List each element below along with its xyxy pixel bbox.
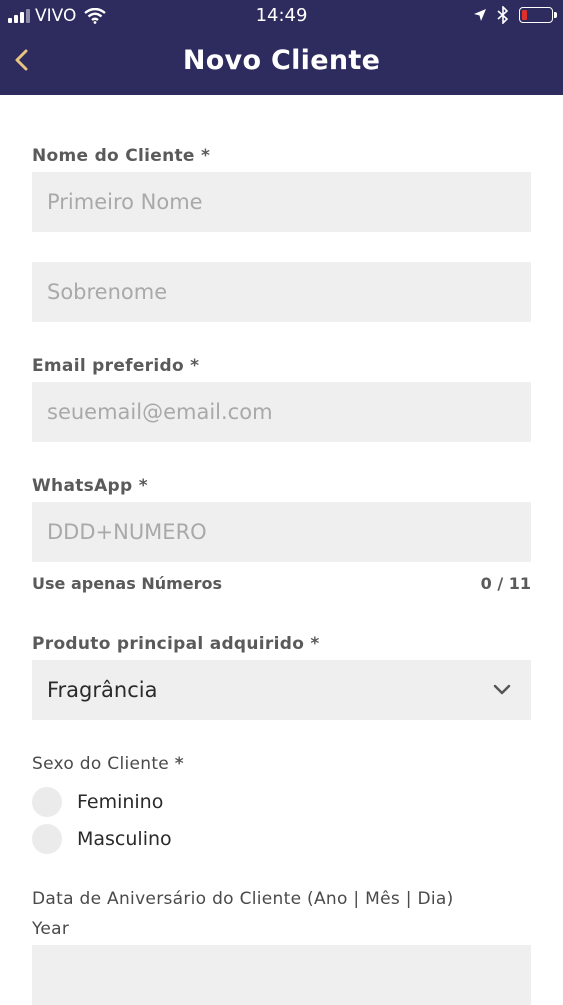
sex-option-masculino[interactable]: Masculino <box>32 824 172 854</box>
required-marker: * <box>138 476 148 496</box>
birthday-label: Data de Aniversário do Cliente (Ano | Mê… <box>32 889 454 909</box>
whatsapp-hint: Use apenas Números <box>32 574 223 593</box>
bluetooth-icon <box>497 6 509 24</box>
first-name-input[interactable]: Primeiro Nome <box>32 172 531 232</box>
app-header: VIVO 14:49 Novo Cliente <box>0 0 563 95</box>
radio-button[interactable] <box>32 787 62 817</box>
name-label: Nome do Cliente * <box>32 146 210 166</box>
first-name-placeholder: Primeiro Nome <box>47 190 203 214</box>
last-name-input[interactable]: Sobrenome <box>32 262 531 322</box>
required-marker: * <box>200 146 211 166</box>
product-label-text: Produto principal adquirido <box>32 634 305 654</box>
radio-label: Masculino <box>77 828 172 850</box>
required-marker: * <box>190 356 200 376</box>
product-label: Produto principal adquirido * <box>32 634 320 654</box>
radio-button[interactable] <box>32 824 62 854</box>
product-select[interactable]: Fragrância <box>32 660 531 720</box>
battery-icon <box>519 7 557 23</box>
sex-option-feminino[interactable]: Feminino <box>32 787 163 817</box>
whatsapp-char-counter: 0 / 11 <box>480 574 531 593</box>
location-arrow-icon <box>474 9 486 21</box>
whatsapp-input[interactable]: DDD+NUMERO <box>32 502 531 562</box>
year-input[interactable] <box>32 945 531 1005</box>
status-bar: VIVO 14:49 <box>0 0 563 32</box>
email-placeholder: seuemail@email.com <box>47 400 273 424</box>
email-label-text: Email preferido <box>32 356 184 376</box>
product-selected-value: Fragrância <box>47 678 158 702</box>
whatsapp-label: WhatsApp * <box>32 476 148 496</box>
email-label: Email preferido * <box>32 356 199 376</box>
required-marker: * <box>174 754 184 774</box>
page-title: Novo Cliente <box>182 45 381 76</box>
sex-label-text: Sexo do Cliente <box>32 754 170 774</box>
last-name-placeholder: Sobrenome <box>47 280 168 304</box>
chevron-down-icon <box>493 684 511 695</box>
year-label: Year <box>32 919 70 939</box>
whatsapp-label-text: WhatsApp <box>32 476 133 496</box>
required-marker: * <box>310 634 320 654</box>
sex-label: Sexo do Cliente * <box>32 754 184 774</box>
email-input[interactable]: seuemail@email.com <box>32 382 531 442</box>
whatsapp-placeholder: DDD+NUMERO <box>47 520 207 544</box>
name-label-text: Nome do Cliente <box>32 146 195 166</box>
radio-label: Feminino <box>77 791 164 813</box>
